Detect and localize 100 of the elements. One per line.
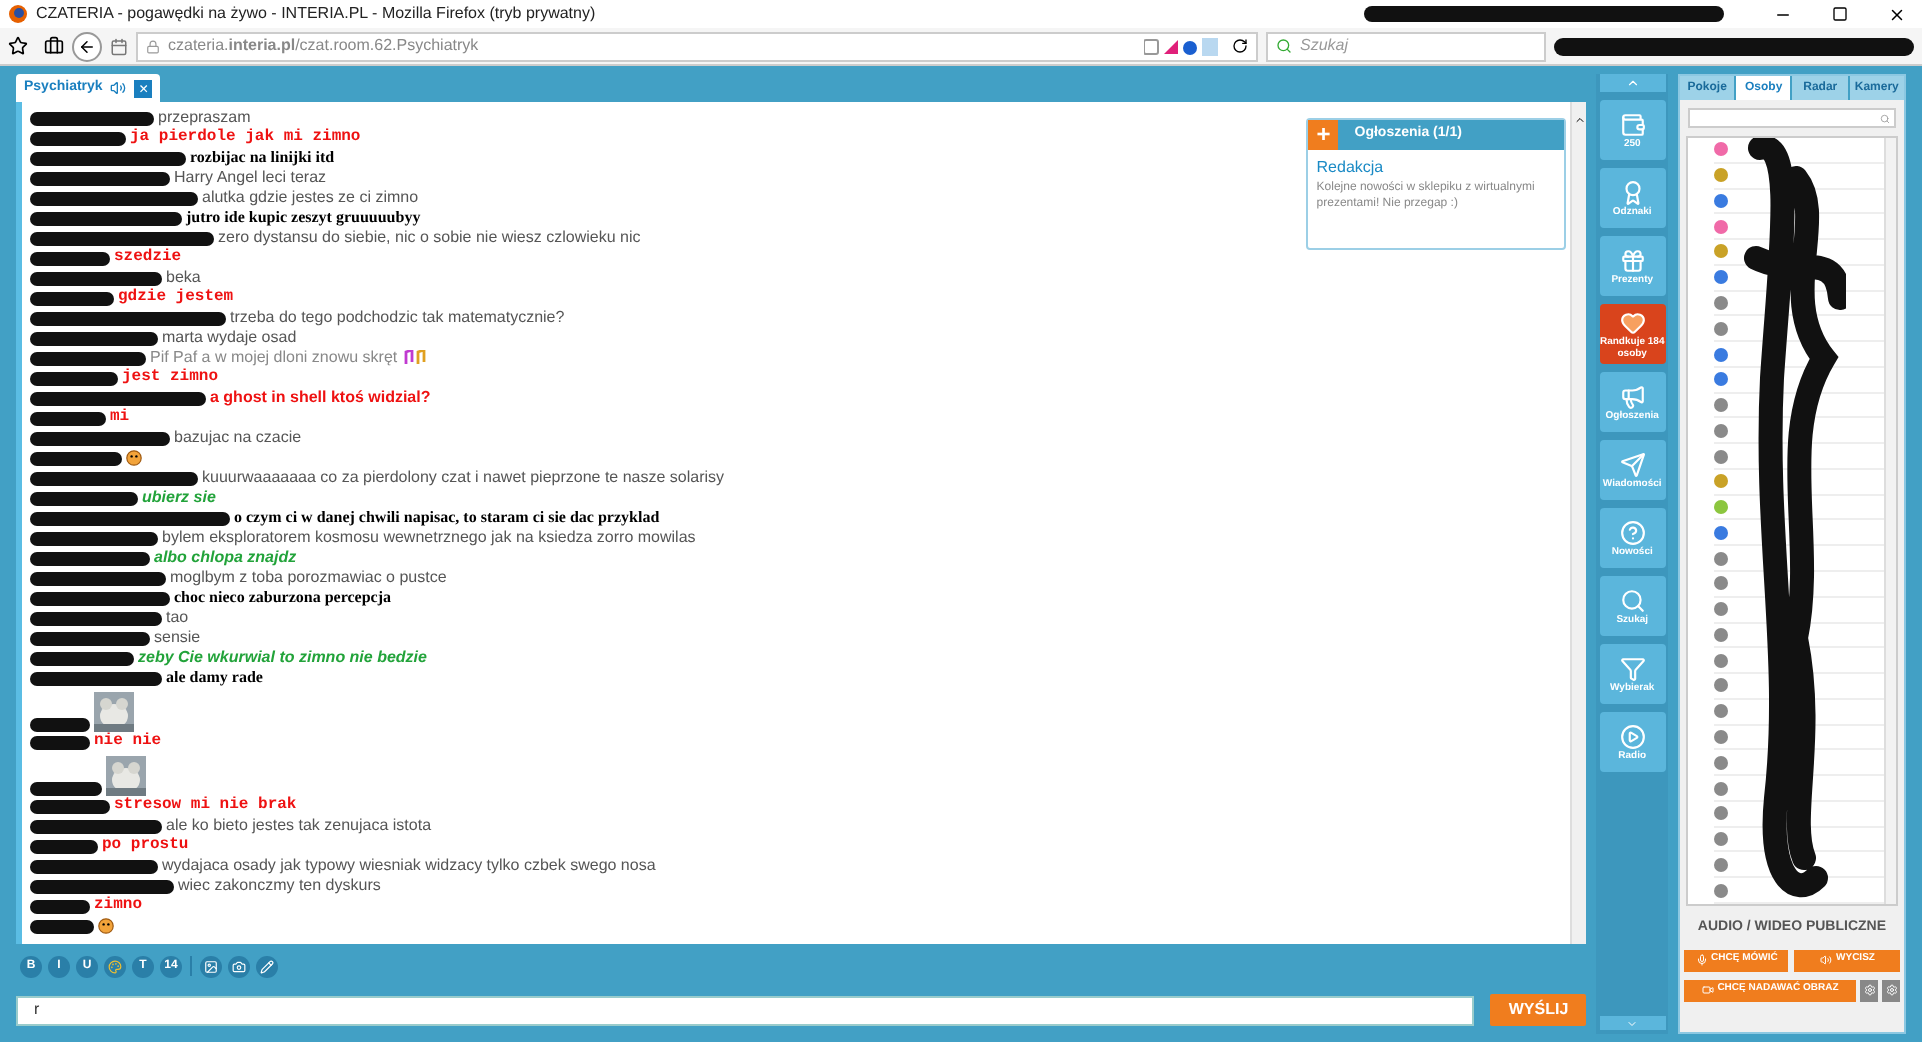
scribble — [30, 531, 158, 545]
back-button[interactable] — [72, 31, 102, 61]
scribble — [30, 571, 166, 585]
briefcase-icon[interactable] — [44, 36, 64, 56]
message-text: ale damy rade — [166, 668, 263, 688]
play-icon — [1619, 723, 1646, 749]
message-text: alutka gdzie jestes ze ci zimno — [202, 188, 419, 208]
send-button[interactable]: WYŚLIJ — [1490, 994, 1587, 1026]
scribble — [30, 651, 134, 665]
message-text: gdzie jestem — [118, 288, 234, 308]
address-bar[interactable]: czateria.interia.pl/czat.room.62.Psychiatryk — [136, 31, 1258, 61]
smiley-icon — [98, 918, 114, 934]
browser-logo-icon — [8, 4, 28, 24]
message-text: wiec zakonczmy ten dyskurs — [178, 876, 381, 896]
message-text: ale ko bieto jestes tak zenujaca istota — [166, 816, 432, 836]
message-text: jest zimno — [122, 368, 219, 388]
window-title: CZATERIA - pogawędki na żywo - INTERIA.PL - Mozilla Firefox (tryb prywatny) — [36, 2, 596, 26]
message-text: szedzie — [114, 248, 182, 268]
settings-icon — [1863, 984, 1875, 996]
scribble — [30, 718, 90, 732]
scribble — [30, 782, 102, 796]
message-text: choc nieco zaburzona percepcja — [174, 588, 391, 608]
message-text: rozbijac na linijki itd — [190, 148, 335, 168]
pencil-button[interactable] — [256, 955, 278, 977]
calendar-icon[interactable] — [110, 37, 128, 55]
message-text: sensie — [154, 628, 201, 648]
funnel-icon — [1619, 655, 1646, 681]
scribble — [30, 839, 98, 853]
paper-plane-icon — [1619, 451, 1646, 477]
announcement-author: Redakcja — [1314, 156, 1386, 180]
scribble — [30, 111, 154, 125]
message-text: beka — [166, 268, 201, 288]
message-text: jutro ide kupic zeszyt gruuuuubyy — [186, 208, 421, 228]
speaker-icon — [1820, 954, 1833, 966]
message-text: kuuurwaaaaaaa co za pierdolony czat i nawet pieprzone te nasze solarisy — [202, 468, 725, 488]
image-icon — [204, 959, 218, 973]
reload-icon[interactable] — [1232, 38, 1248, 54]
message-text: moglbym z toba porozmawiac o pustce — [170, 568, 447, 588]
bookmark-star-icon[interactable] — [8, 36, 28, 56]
chevron-down-icon — [1626, 1017, 1639, 1029]
message-text: wydajaca osady jak typowy wiesniak widzacy tylko czbek swego nosa — [162, 856, 656, 876]
lock-icon — [146, 39, 160, 53]
url-text: czateria.interia.pl/czat.room.62.Psychiatryk — [168, 34, 479, 58]
badge-icon — [1619, 179, 1646, 205]
scribble — [30, 351, 146, 365]
scribble — [30, 799, 110, 813]
close-icon[interactable] — [1888, 5, 1906, 23]
scribble — [30, 919, 94, 933]
message-text: Harry Angel leci teraz — [174, 168, 327, 188]
plus-icon[interactable]: + — [1308, 120, 1339, 150]
message-input[interactable]: r — [16, 995, 1475, 1025]
scribble — [30, 859, 158, 873]
pencil-icon — [260, 959, 274, 973]
palette-icon — [108, 959, 122, 973]
search-field[interactable]: Szukaj — [1266, 31, 1546, 61]
scribble — [30, 371, 118, 385]
scrollbar[interactable] — [1884, 138, 1896, 904]
scrollbar[interactable] — [1570, 102, 1587, 944]
scribble — [30, 171, 170, 185]
speaker-icon — [110, 80, 127, 96]
scribble — [30, 611, 162, 625]
wallet-icon — [1619, 111, 1646, 137]
message-text: tao — [166, 608, 189, 628]
message-text: po prostu — [102, 836, 189, 856]
user-search-field[interactable] — [1687, 108, 1896, 128]
toolbar-addons-icon[interactable] — [1144, 37, 1224, 55]
message-text: a ghost in shell ktoś widzial? — [210, 388, 431, 408]
message-text: bylem eksploratorem kosmosu wewnetrznego jak na ksiedza zorro mowilas — [162, 528, 696, 548]
scribble — [30, 291, 114, 305]
scribble — [30, 131, 126, 145]
scribble — [30, 411, 106, 425]
palette-button[interactable] — [104, 955, 126, 977]
search-icon — [1276, 38, 1292, 54]
message-text: marta wydaje osad — [162, 328, 297, 348]
search-icon — [1619, 587, 1646, 613]
message-text: nie nie — [94, 732, 162, 752]
smiley-icon — [126, 450, 142, 466]
message-text: zimno — [94, 896, 143, 916]
image-button[interactable] — [200, 955, 222, 977]
scribble — [30, 591, 170, 605]
settings-button[interactable] — [1860, 979, 1878, 1001]
maximize-icon[interactable] — [1832, 6, 1848, 22]
message-text: trzeba do tego podchodzic tak matematycznie? — [230, 308, 565, 328]
scribble — [30, 899, 90, 913]
settings-button[interactable] — [1882, 979, 1900, 1001]
search-placeholder: Szukaj — [1300, 34, 1349, 58]
chevron-up-icon — [1625, 76, 1640, 90]
message-text: zeby Cie wkurwial to zimno nie bedzie — [138, 648, 427, 668]
scribble — [30, 671, 162, 685]
scribble — [30, 251, 110, 265]
microphone-icon — [1695, 954, 1708, 966]
scribble — [30, 431, 170, 445]
scribble — [30, 631, 150, 645]
message-text: przepraszam — [158, 108, 251, 128]
close-tab-button[interactable]: × — [134, 79, 153, 97]
message-text: Pif Paf a w mojej dloni znowu skręt — [150, 348, 398, 368]
camera-button[interactable] — [228, 955, 250, 977]
scribble — [30, 735, 90, 749]
scribble — [30, 271, 162, 285]
scribble — [30, 331, 158, 345]
